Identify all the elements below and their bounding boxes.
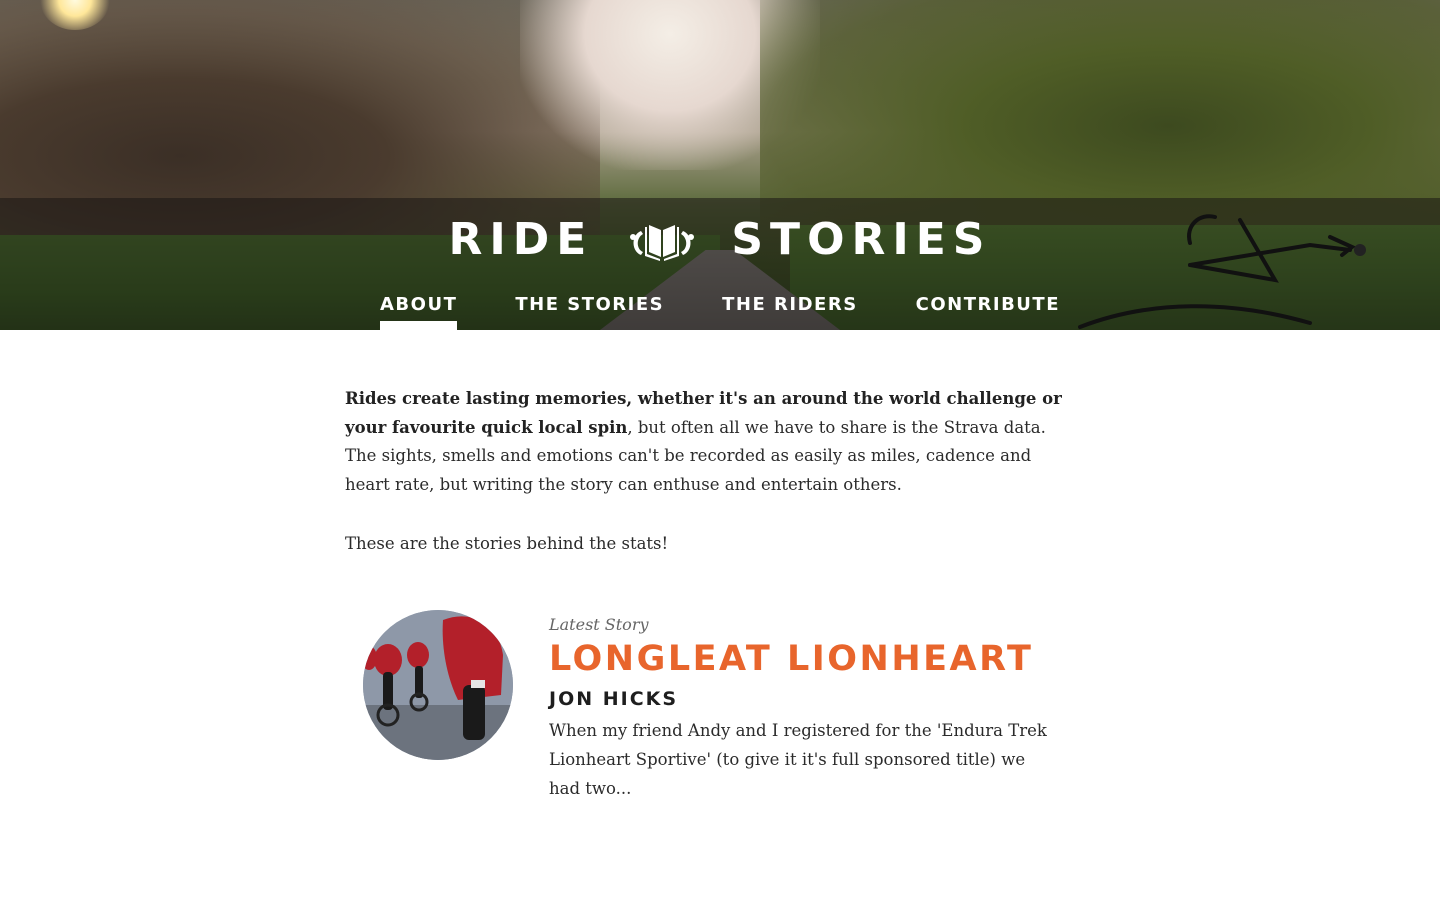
site-title-ride: RIDE xyxy=(448,214,594,265)
site-title-stories: STORIES xyxy=(731,214,992,265)
latest-story-label: Latest Story xyxy=(549,615,649,634)
hero-header: RIDE STORIES ABOUT THE STORIES THE RIDER… xyxy=(0,0,1440,330)
latest-story-excerpt: When my friend Andy and I registered for… xyxy=(549,721,1047,798)
open-book-icon xyxy=(630,225,695,261)
latest-story-meta: Latest Story LONGLEAT LIONHEART JON HICK… xyxy=(549,614,1069,803)
nav-item-the-riders[interactable]: THE RIDERS xyxy=(722,292,858,330)
site-title[interactable]: RIDE STORIES xyxy=(0,214,1440,266)
nav-item-the-stories[interactable]: THE STORIES xyxy=(515,292,664,330)
latest-story-thumbnail[interactable] xyxy=(363,610,513,760)
cyclists-photo xyxy=(363,610,513,760)
latest-story-title[interactable]: LONGLEAT LIONHEART xyxy=(549,638,1069,680)
intro-paragraph: Rides create lasting memories, whether i… xyxy=(345,385,1075,500)
latest-story-author[interactable]: JON HICKS xyxy=(549,686,1069,712)
nav-item-about[interactable]: ABOUT xyxy=(380,292,458,330)
main-nav: ABOUT THE STORIES THE RIDERS CONTRIBUTE xyxy=(0,292,1440,330)
about-content: Rides create lasting memories, whether i… xyxy=(345,385,1075,559)
intro-tagline: These are the stories behind the stats! xyxy=(345,533,669,553)
latest-story-card[interactable]: Latest Story LONGLEAT LIONHEART JON HICK… xyxy=(345,610,1085,810)
nav-item-contribute[interactable]: CONTRIBUTE xyxy=(916,292,1060,330)
